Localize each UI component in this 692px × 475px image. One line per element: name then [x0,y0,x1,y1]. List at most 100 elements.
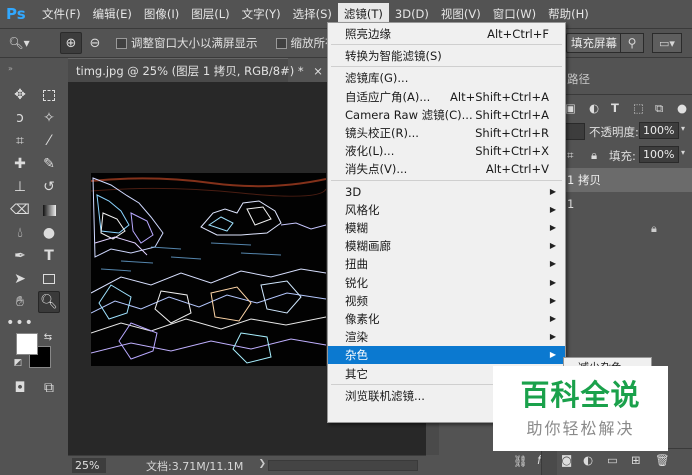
eraser-icon[interactable]: ⌫ [9,199,31,221]
status-menu-arrow-icon[interactable]: ❯ [258,459,266,469]
lasso-tool-icon[interactable]: ↄ [9,107,31,129]
filter-menu-item[interactable]: 模糊画廊 ▶ [328,237,565,255]
menu-separator [331,44,562,46]
fill-screen-button[interactable]: 填充屏幕 [566,33,622,53]
move-tool-icon[interactable]: ✥ [9,84,31,106]
filter-menu-item[interactable]: Camera Raw 滤镜(C)... Shift+Ctrl+A [328,106,565,124]
filter-menu-item[interactable]: 3D ▶ [328,183,565,201]
new-group-icon[interactable]: ▭ [607,453,618,467]
resize-windows-checkbox[interactable] [116,37,127,49]
close-tab-icon[interactable]: × [313,64,323,78]
workspace-icon[interactable]: ▭▾ [652,33,682,53]
submenu-arrow-icon: ▶ [549,277,556,287]
gradient-tool-icon[interactable] [38,199,60,221]
filter-pixel-icon[interactable]: ▣ [565,101,576,115]
new-layer-icon[interactable]: ⊞ [631,453,641,467]
filter-menu-item[interactable]: 像素化 ▶ [328,310,565,328]
filter-menu-item-shortcut: Alt+Shift+Ctrl+A [450,89,549,104]
filter-menu-item[interactable]: 滤镜库(G)... [328,69,565,87]
menu-type[interactable]: 文字(Y) [236,3,287,25]
rectangle-tool-icon[interactable] [38,268,60,290]
menu-file[interactable]: 文件(F) [36,3,87,25]
filter-adjust-icon[interactable]: ◐ [589,101,599,115]
filter-smart-icon[interactable]: ⧉ [655,101,663,116]
toolbox-grip[interactable]: » [8,64,58,74]
zoom-all-checkbox[interactable] [275,37,287,49]
filter-toggle-icon[interactable]: ● [677,101,687,115]
magic-wand-icon[interactable]: ✧ [38,107,60,129]
screen-mode-icon[interactable]: ⧉ [38,377,60,399]
filter-menu-item[interactable]: 渲染 ▶ [328,328,565,346]
zoom-out-icon[interactable]: ⊖ [84,32,106,54]
opacity-field[interactable]: 100% [639,122,679,139]
marquee-tool-icon[interactable] [38,84,60,106]
filter-menu-item-shortcut: Shift+Ctrl+X [475,144,549,159]
brush-tool-icon[interactable]: ✎ [38,153,60,175]
lock-all-icon[interactable]: 🔒︎ [591,148,597,163]
document-tab[interactable]: timg.jpg @ 25% (图层 1 拷贝, RGB/8#) * × [68,58,323,82]
filter-type-icon[interactable]: T [611,101,619,115]
history-brush-icon[interactable]: ↺ [38,176,60,198]
foreground-color-swatch[interactable] [16,333,38,355]
filter-shape-icon[interactable]: ⬚ [633,101,644,115]
submenu-arrow-icon: ▶ [549,259,556,269]
default-colors-icon[interactable]: ◩ [11,356,25,370]
filter-menu-item[interactable]: 自适应广角(A)... Alt+Shift+Ctrl+A [328,88,565,106]
opacity-dropdown-icon[interactable]: ▾ [681,124,685,133]
filter-menu-item[interactable]: 风格化 ▶ [328,201,565,219]
fill-field[interactable]: 100% [639,146,679,163]
more-tools-icon[interactable]: ••• [6,312,33,334]
filter-menu-item-label: 液化(L)... [345,144,395,159]
healing-brush-icon[interactable]: ✚ [9,153,31,175]
layer-row[interactable]: 1 [557,192,692,216]
document-size-info[interactable]: 文档:3.71M/11.1M [146,458,243,474]
filter-menu-item[interactable]: 转换为智能滤镜(S) [328,47,565,65]
menu-layer[interactable]: 图层(L) [185,3,235,25]
photoshop-logo: Ps [6,5,26,23]
filter-menu-item-label: 滤镜库(G)... [345,71,409,86]
fill-dropdown-icon[interactable]: ▾ [681,148,685,157]
filter-menu-item[interactable]: 液化(L)... Shift+Ctrl+X [328,142,565,160]
menu-image[interactable]: 图像(I) [138,3,185,25]
clone-stamp-icon[interactable]: ⊥ [9,176,31,198]
adjustment-layer-icon[interactable]: ◐ [583,453,593,467]
add-mask-icon[interactable]: ◙ [561,453,572,467]
swap-colors-icon[interactable]: ⇆ [41,330,55,344]
lock-artboard-icon[interactable]: ⌗ [567,148,573,163]
submenu-arrow-icon: ▶ [549,350,556,360]
layer-row-selected[interactable]: 1 拷贝 [557,168,692,192]
document-image[interactable] [91,173,326,366]
zoom-in-icon[interactable]: ⊕ [60,32,82,54]
type-tool-icon[interactable]: T [38,245,60,267]
filter-menu-item[interactable]: 镜头校正(R)... Shift+Ctrl+R [328,124,565,142]
filter-menu-item[interactable]: 锐化 ▶ [328,274,565,292]
paths-tab[interactable]: 路径 [567,68,590,90]
zoom-level-field[interactable]: 25% [72,458,106,473]
path-selection-icon[interactable]: ➤ [9,268,31,290]
filter-menu-item[interactable]: 视频 ▶ [328,292,565,310]
filter-menu-item[interactable]: 消失点(V)... Alt+Ctrl+V [328,160,565,178]
document-tab-title: timg.jpg @ 25% (图层 1 拷贝, RGB/8#) * [76,64,304,78]
filter-menu-item-shortcut: Shift+Ctrl+R [475,126,549,140]
blur-tool-icon[interactable]: 💧︎ [9,222,31,244]
filter-menu-item-label: 照亮边缘 [345,27,391,41]
delete-layer-icon[interactable]: 🗑︎ [655,453,670,467]
eyedropper-icon[interactable]: ⁄ [38,130,60,152]
filter-menu-item-label: 扭曲 [345,257,368,272]
crop-tool-icon[interactable]: ⌗ [9,130,31,152]
filter-menu-item[interactable]: 杂色 ▶ [328,346,565,365]
pen-tool-icon[interactable]: ✒ [9,245,31,267]
filter-menu-item[interactable]: 扭曲 ▶ [328,255,565,273]
zoom-tool-icon[interactable]: 🔍︎ [38,291,60,313]
filter-menu-item[interactable]: 照亮边缘 Alt+Ctrl+F [328,25,565,43]
filter-menu-item[interactable]: 模糊 ▶ [328,219,565,237]
hand-tool-icon[interactable]: ✋︎ [9,291,31,313]
dodge-tool-icon[interactable]: ● [38,222,60,244]
link-layers-icon[interactable]: ⛓︎ [513,454,528,468]
menu-edit[interactable]: 编辑(E) [87,3,138,25]
search-icon[interactable]: ⚲ [620,33,644,53]
horizontal-scrollbar[interactable] [268,460,418,471]
zoom-tool-preset-icon[interactable]: 🔍︎▾ [4,32,34,54]
glowing-edges-image [91,173,326,366]
quick-mask-icon[interactable]: ◘ [9,377,31,399]
